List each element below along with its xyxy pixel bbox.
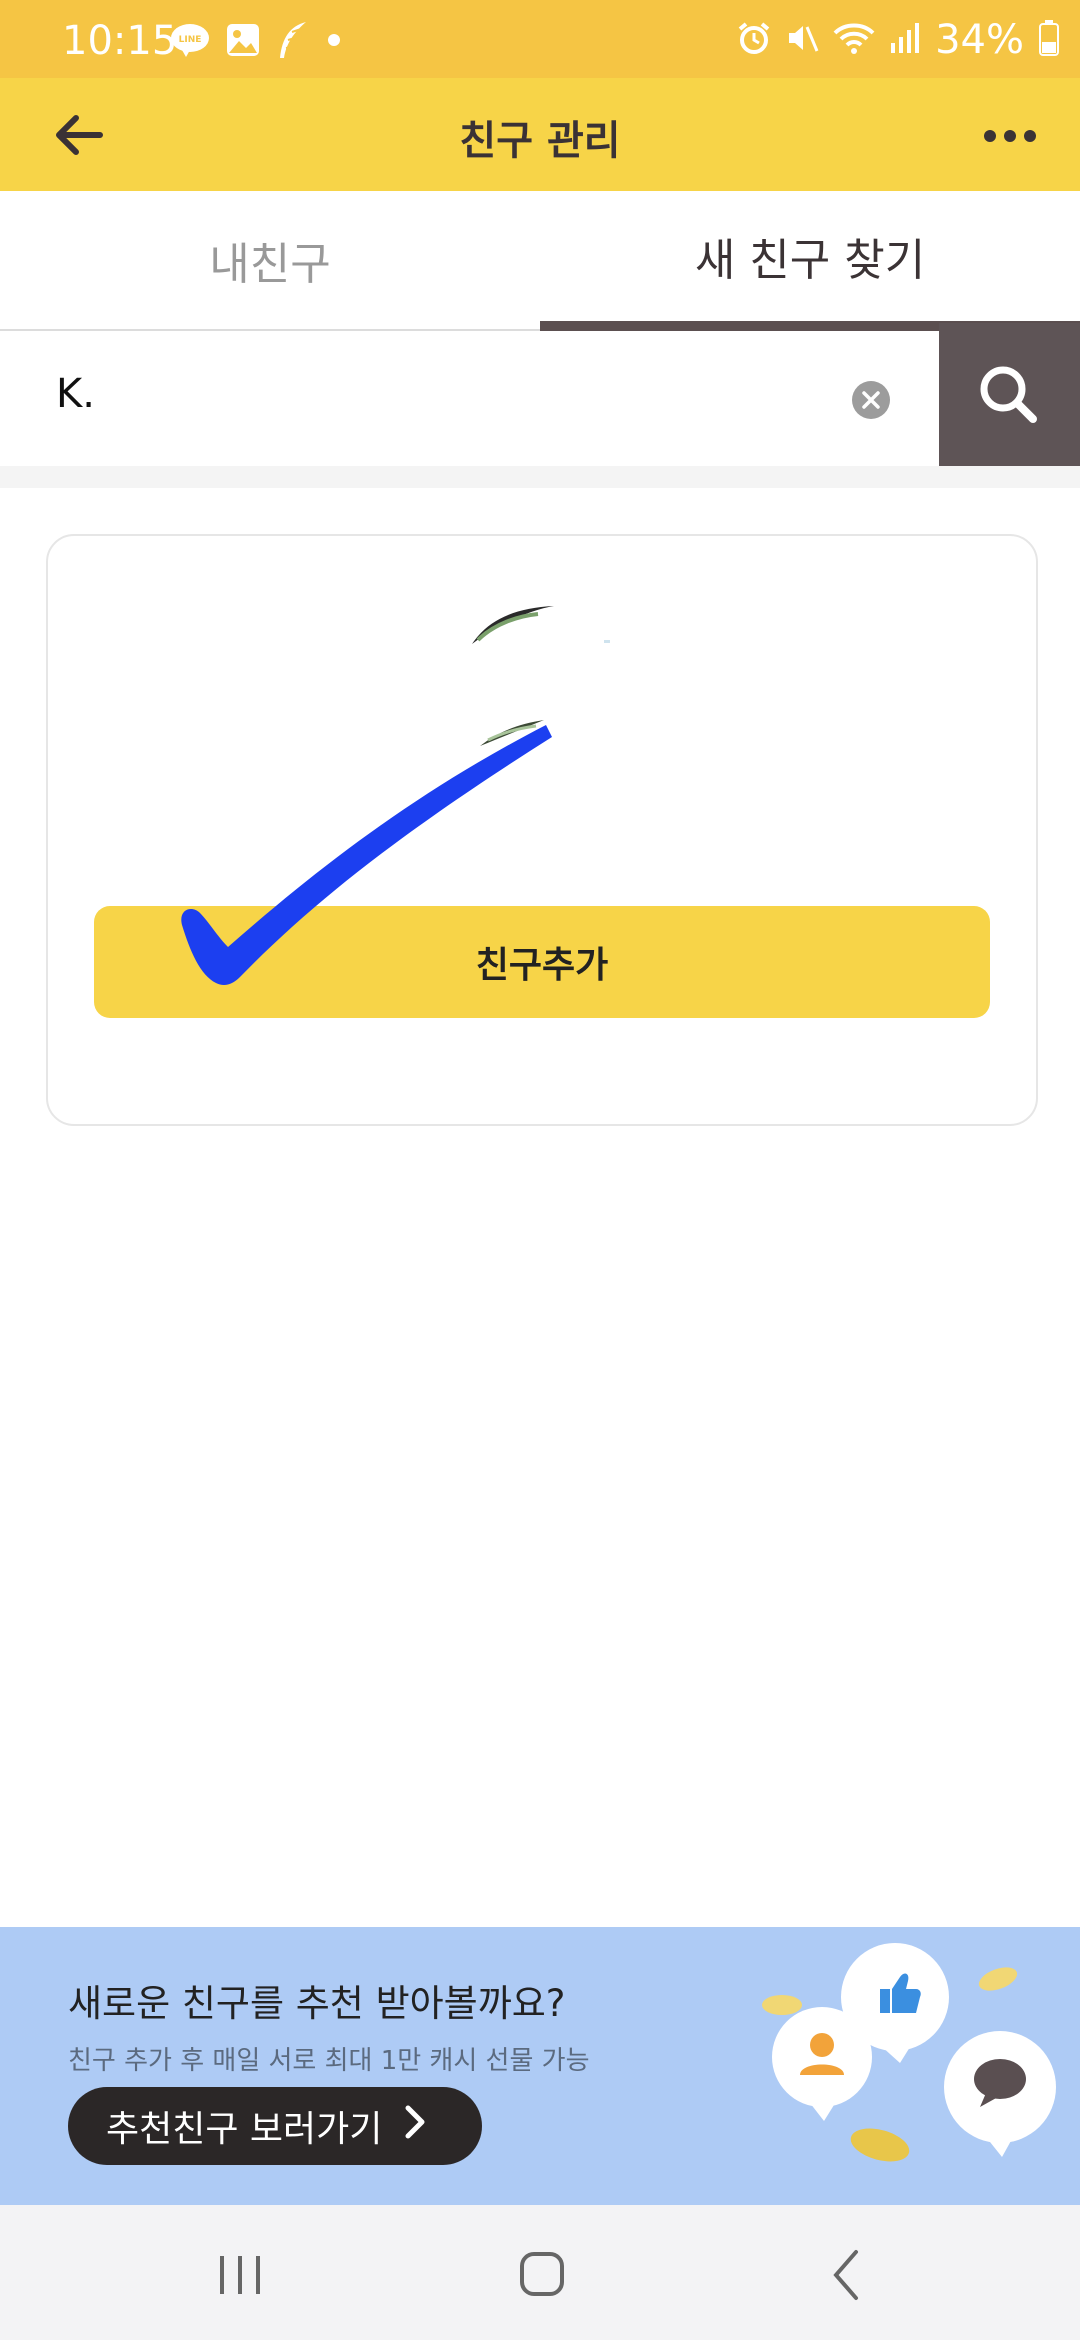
tab-bar: 내친구 새 친구 찾기 [0, 191, 1080, 331]
battery-percent: 34% [935, 17, 1024, 63]
friend-name-fragment: ... [448, 813, 496, 834]
search-result-card: ... 친구추가 [46, 534, 1038, 1126]
search-row: K. [0, 323, 1080, 466]
search-input[interactable]: K. [56, 371, 95, 417]
system-nav-bar [0, 2205, 1080, 2340]
see-recommended-friends-button[interactable]: 추천친구 보러가기 [68, 2087, 483, 2165]
line-icon: LINE [170, 23, 210, 61]
app-header: 친구 관리 [0, 78, 1080, 191]
banner-headline: 새로운 친구를 추천 받아볼까요? [68, 1982, 566, 2025]
status-time: 10:15 [62, 18, 178, 64]
wifi-icon [833, 21, 875, 59]
signal-icon [889, 21, 921, 59]
mute-icon [785, 21, 819, 59]
battery-icon [1038, 20, 1060, 60]
cta-label: 추천친구 보러가기 [106, 2109, 383, 2150]
add-friend-button[interactable]: 친구추가 [94, 906, 990, 1018]
clear-search-icon[interactable] [852, 381, 890, 419]
back-nav-icon[interactable] [808, 2240, 888, 2310]
recommend-banner: 새로운 친구를 추천 받아볼까요? 친구 추가 후 매일 서로 최대 1만 캐시… [0, 1927, 1080, 2205]
home-icon[interactable] [502, 2240, 582, 2310]
page-title: 친구 관리 [459, 118, 621, 164]
search-icon [980, 366, 1037, 423]
recent-apps-icon[interactable] [200, 2240, 280, 2310]
system-icons: 34% [737, 17, 1060, 63]
notification-icons: LINE [170, 22, 342, 62]
divider-strip [0, 466, 1080, 488]
chevron-right-icon [404, 2104, 426, 2149]
more-options-icon[interactable] [980, 116, 1040, 156]
tab-find-new-friends[interactable]: 새 친구 찾기 [540, 191, 1080, 321]
alarm-icon [737, 21, 771, 59]
friends-illustration [762, 1943, 1056, 2162]
dot-icon [326, 32, 342, 52]
search-button[interactable] [939, 323, 1080, 466]
status-bar: 10:15 LINE 34% [0, 0, 1080, 78]
banner-subtext: 친구 추가 후 매일 서로 최대 1만 캐시 선물 가능 [68, 2046, 590, 2076]
profile-area: ... [48, 536, 1036, 876]
profile-image-obscured [472, 606, 610, 746]
svg-text:LINE: LINE [179, 35, 202, 45]
tab-my-friends[interactable]: 내친구 [0, 191, 540, 331]
gallery-icon [226, 23, 260, 61]
feather-icon [276, 20, 310, 64]
